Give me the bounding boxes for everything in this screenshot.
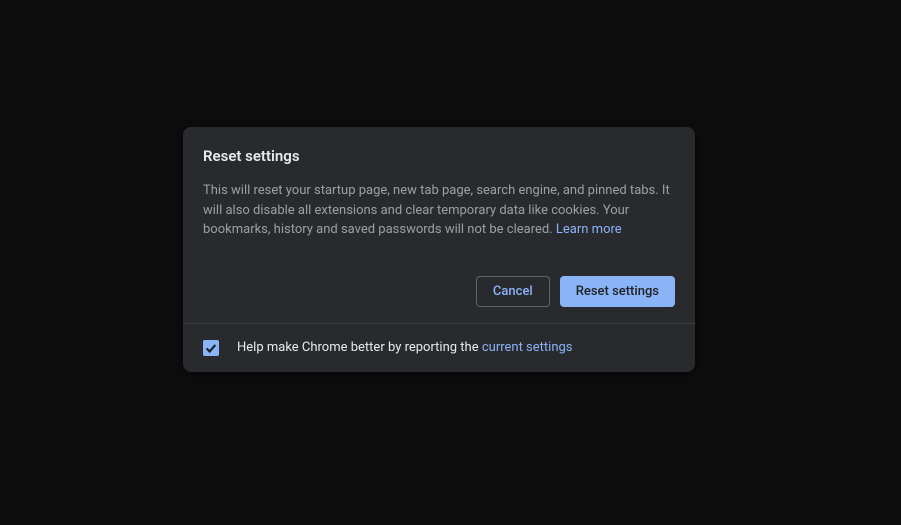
footer-text: Help make Chrome better by reporting the… — [237, 340, 573, 355]
report-settings-checkbox[interactable] — [203, 340, 219, 356]
footer-text-prefix: Help make Chrome better by reporting the — [237, 340, 482, 355]
current-settings-link[interactable]: current settings — [482, 340, 573, 355]
dialog-description: This will reset your startup page, new t… — [203, 181, 675, 240]
reset-settings-dialog: Reset settings This will reset your star… — [183, 127, 695, 372]
reset-settings-button[interactable]: Reset settings — [560, 276, 675, 307]
cancel-button[interactable]: Cancel — [476, 276, 550, 307]
checkmark-icon — [204, 341, 218, 355]
learn-more-link[interactable]: Learn more — [556, 222, 622, 237]
dialog-body: Reset settings This will reset your star… — [183, 127, 695, 260]
dialog-footer: Help make Chrome better by reporting the… — [183, 323, 695, 372]
dialog-actions: Cancel Reset settings — [183, 260, 695, 323]
dialog-title: Reset settings — [203, 147, 675, 165]
